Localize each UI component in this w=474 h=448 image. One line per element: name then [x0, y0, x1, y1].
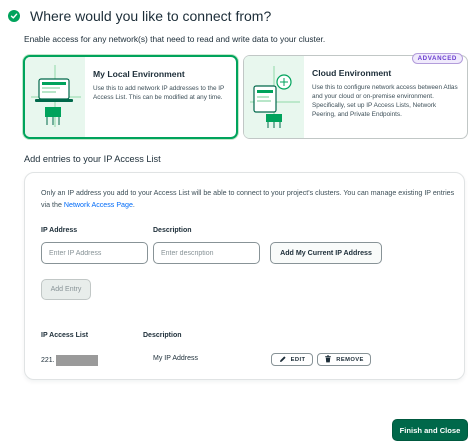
check-circle-icon	[8, 10, 20, 22]
ip-access-description: Only an IP address you add to your Acces…	[41, 187, 456, 211]
ip-access-description-suffix: .	[132, 201, 135, 209]
local-environment-card[interactable]: My Local Environment Use this to add net…	[23, 55, 238, 139]
finish-and-close-button[interactable]: Finish and Close	[392, 419, 468, 441]
description-label: Description	[153, 227, 192, 234]
remove-entry-button[interactable]: REMOVE	[317, 353, 371, 366]
local-environment-title: My Local Environment	[93, 69, 185, 79]
local-environment-illustration	[25, 57, 85, 137]
edit-label: EDIT	[290, 356, 306, 363]
network-access-link[interactable]: Network Access Page	[64, 201, 133, 209]
cloud-environment-title: Cloud Environment	[312, 68, 392, 78]
advanced-badge: ADVANCED	[411, 53, 463, 64]
table-header-description: Description	[143, 332, 182, 339]
ip-value: 221.	[41, 357, 55, 364]
pencil-icon	[279, 355, 287, 365]
table-row-description: My IP Address	[153, 355, 199, 362]
remove-label: REMOVE	[336, 356, 364, 363]
cloud-environment-illustration	[244, 56, 304, 138]
cloud-environment-card[interactable]: ADVANCED Cloud Environment Use this to c…	[243, 53, 468, 139]
ip-address-label: IP Address	[41, 227, 78, 234]
ip-access-section-title: Add entries to your IP Access List	[24, 154, 161, 164]
page-header: Where would you like to connect from?	[8, 8, 271, 24]
redacted-ip-block	[55, 355, 98, 366]
ip-address-input[interactable]	[41, 242, 148, 264]
trash-icon	[324, 354, 332, 365]
add-current-ip-button[interactable]: Add My Current IP Address	[270, 242, 382, 264]
page-subtitle: Enable access for any network(s) that ne…	[24, 34, 326, 44]
ip-access-panel: Only an IP address you add to your Acces…	[24, 172, 465, 380]
add-entry-button[interactable]: Add Entry	[41, 279, 91, 300]
description-input[interactable]	[153, 242, 260, 264]
edit-entry-button[interactable]: EDIT	[271, 353, 313, 366]
table-header-ip: IP Access List	[41, 332, 89, 339]
local-environment-description: Use this to add network IP addresses to …	[93, 85, 225, 101]
cloud-environment-description: Use this to configure network access bet…	[312, 84, 458, 118]
page-title: Where would you like to connect from?	[30, 8, 272, 24]
table-row-ip: 221.	[41, 355, 98, 366]
